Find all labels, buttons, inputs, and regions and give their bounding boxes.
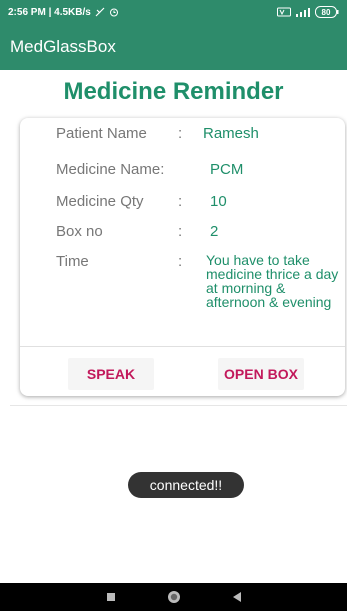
page-title: Medicine Reminder <box>63 78 284 105</box>
status-bar: 2:56 PM | 4.5KB/s 80 <box>0 0 347 24</box>
back-icon[interactable] <box>232 591 242 603</box>
open-box-button[interactable]: OPEN BOX <box>218 358 304 390</box>
box-no-value: 2 <box>210 223 219 240</box>
navigation-bar <box>0 583 347 611</box>
card-divider <box>20 346 345 347</box>
medicine-qty-colon: : <box>178 193 183 210</box>
reminder-card: Patient Name : Ramesh Medicine Name: PCM… <box>20 118 345 396</box>
app-title: MedGlassBox <box>10 37 116 56</box>
medicine-name-label: Medicine Name: <box>56 161 165 178</box>
speak-button[interactable]: SPEAK <box>68 358 154 390</box>
medicine-name-value: PCM <box>210 161 244 178</box>
status-right: 80 <box>277 6 339 18</box>
volte-icon <box>277 7 291 17</box>
app-toolbar: MedGlassBox <box>0 24 347 70</box>
time-label: Time <box>56 253 89 270</box>
toast-message: connected!! <box>128 472 244 498</box>
patient-name-label: Patient Name <box>56 125 147 142</box>
signal-off-icon <box>95 7 105 17</box>
status-left: 2:56 PM | 4.5KB/s <box>8 7 119 18</box>
home-icon[interactable] <box>167 590 181 604</box>
patient-name-colon: : <box>178 125 183 142</box>
recents-icon[interactable] <box>106 592 116 602</box>
time-colon: : <box>178 253 183 270</box>
box-no-colon: : <box>178 223 183 240</box>
box-no-label: Box no <box>56 223 103 240</box>
patient-name-value: Ramesh <box>203 125 259 142</box>
medicine-qty-label: Medicine Qty <box>56 193 144 210</box>
status-time-speed: 2:56 PM | 4.5KB/s <box>8 6 91 18</box>
medicine-qty-value: 10 <box>210 193 227 210</box>
battery-icon: 80 <box>315 6 339 18</box>
alarm-icon <box>109 7 119 17</box>
battery-level: 80 <box>322 8 331 17</box>
cellular-signal-icon <box>295 7 311 17</box>
page-divider <box>10 405 347 406</box>
time-value: You have to take medicine thrice a day a… <box>206 252 339 310</box>
